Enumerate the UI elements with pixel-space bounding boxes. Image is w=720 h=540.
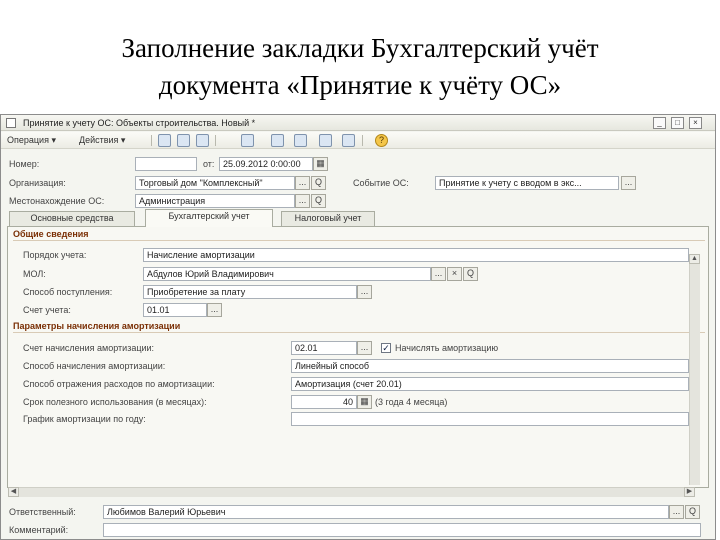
date-field[interactable]: 25.09.2012 0:00:00 (219, 157, 313, 171)
expense-method-label: Способ отражения расходов по амортизации… (23, 379, 215, 389)
help-icon[interactable]: ? (375, 134, 388, 147)
structure-icon[interactable] (241, 134, 254, 147)
location-search-icon[interactable]: Q (311, 194, 326, 208)
depreciation-account-select-button[interactable]: ... (357, 341, 372, 355)
scroll-left-icon[interactable]: ◀ (8, 487, 19, 497)
comment-field[interactable] (103, 523, 701, 537)
post-icon[interactable] (177, 134, 190, 147)
event-field[interactable]: Принятие к учету с вводом в экс... (435, 176, 619, 190)
horizontal-scrollbar[interactable]: ◀ ▶ (8, 487, 695, 497)
accrue-depreciation-checkbox[interactable]: ✓ (381, 343, 391, 353)
event-label: Событие ОС: (353, 178, 409, 188)
operation-menu[interactable]: Операция ▾ (7, 135, 56, 146)
slide-title-line1: Заполнение закладки Бухгалтерский учёт (121, 33, 599, 63)
toolbar-separator (151, 135, 152, 146)
comment-label: Комментарий: (9, 525, 69, 535)
vertical-scrollbar[interactable]: ▲ (689, 254, 700, 485)
receipt-method-label: Способ поступления: (23, 287, 113, 297)
unpost-icon[interactable] (196, 134, 209, 147)
maximize-button[interactable]: □ (671, 117, 684, 129)
depreciation-account-field[interactable]: 02.01 (291, 341, 357, 355)
schedule-field[interactable] (291, 412, 689, 426)
accounting-order-field[interactable]: Начисление амортизации (143, 248, 689, 262)
tab-tax-accounting[interactable]: Налоговый учет (281, 211, 375, 226)
organization-select-button[interactable]: ... (295, 176, 310, 190)
accounting-tab-panel (7, 226, 709, 488)
table-icon[interactable] (319, 134, 332, 147)
responsible-search-icon[interactable]: Q (685, 505, 700, 519)
location-label: Местонахождение ОС: (9, 196, 105, 206)
mol-select-button[interactable]: ... (431, 267, 446, 281)
account-select-button[interactable]: ... (207, 303, 222, 317)
mol-field[interactable]: Абдулов Юрий Владимирович (143, 267, 431, 281)
dt-kt-icon[interactable] (271, 134, 284, 147)
scroll-right-icon[interactable]: ▶ (684, 487, 695, 497)
toolbar-separator (215, 135, 216, 146)
toolbar: Операция ▾ Действия ▾ ? (1, 132, 715, 149)
document-icon (6, 118, 16, 128)
account-field[interactable]: 01.01 (143, 303, 207, 317)
print-icon[interactable] (342, 134, 355, 147)
window-titlebar[interactable]: Принятие к учету ОС: Объекты строительст… (1, 115, 715, 131)
refresh-icon[interactable] (294, 134, 307, 147)
number-field[interactable] (135, 157, 197, 171)
accrue-depreciation-label: Начислять амортизацию (395, 343, 499, 353)
slide-title-line2: документа «Принятие к учёту ОС» (158, 70, 562, 100)
accounting-order-label: Порядок учета: (23, 250, 87, 260)
depreciation-account-label: Счет начисления амортизации: (23, 343, 155, 353)
responsible-label: Ответственный: (9, 507, 76, 517)
actions-menu[interactable]: Действия ▾ (79, 135, 125, 146)
mol-label: МОЛ: (23, 269, 46, 279)
depreciation-section-header: Параметры начисления амортизации (13, 321, 705, 333)
tab-fixed-assets[interactable]: Основные средства (9, 211, 135, 226)
toolbar-separator (362, 135, 363, 146)
useful-life-label: Срок полезного использования (в месяцах)… (23, 397, 207, 407)
organization-search-icon[interactable]: Q (311, 176, 326, 190)
general-section-header: Общие сведения (13, 229, 705, 241)
document-window: Принятие к учету ОС: Объекты строительст… (0, 114, 716, 540)
responsible-select-button[interactable]: ... (669, 505, 684, 519)
mol-clear-icon[interactable]: × (447, 267, 462, 281)
useful-life-field[interactable]: 40 (291, 395, 357, 409)
depreciation-method-label: Способ начисления амортизации: (23, 361, 166, 371)
scroll-up-icon[interactable]: ▲ (689, 254, 700, 264)
location-field[interactable]: Администрация (135, 194, 295, 208)
account-label: Счет учета: (23, 305, 71, 315)
event-select-button[interactable]: ... (621, 176, 636, 190)
calendar-icon[interactable]: ▦ (313, 157, 328, 171)
receipt-method-field[interactable]: Приобретение за плату (143, 285, 357, 299)
expense-method-field[interactable]: Амортизация (счет 20.01) (291, 377, 689, 391)
organization-field[interactable]: Торговый дом "Комплексный" (135, 176, 295, 190)
schedule-label: График амортизации по году: (23, 414, 146, 424)
minimize-button[interactable]: _ (653, 117, 666, 129)
tab-accounting[interactable]: Бухгалтерский учет (145, 209, 273, 227)
useful-life-text: (3 года 4 месяца) (375, 397, 448, 407)
organization-label: Организация: (9, 178, 66, 188)
location-select-button[interactable]: ... (295, 194, 310, 208)
slide-title: Заполнение закладки Бухгалтерский учёт д… (0, 30, 720, 104)
window-title: Принятие к учету ОС: Объекты строительст… (23, 118, 256, 128)
responsible-field[interactable]: Любимов Валерий Юрьевич (103, 505, 669, 519)
calculator-icon[interactable]: ▦ (357, 395, 372, 409)
mol-search-icon[interactable]: Q (463, 267, 478, 281)
save-icon[interactable] (158, 134, 171, 147)
number-label: Номер: (9, 159, 40, 169)
receipt-method-select-button[interactable]: ... (357, 285, 372, 299)
close-button[interactable]: × (689, 117, 702, 129)
depreciation-method-field[interactable]: Линейный способ (291, 359, 689, 373)
date-label: от: (203, 159, 215, 169)
